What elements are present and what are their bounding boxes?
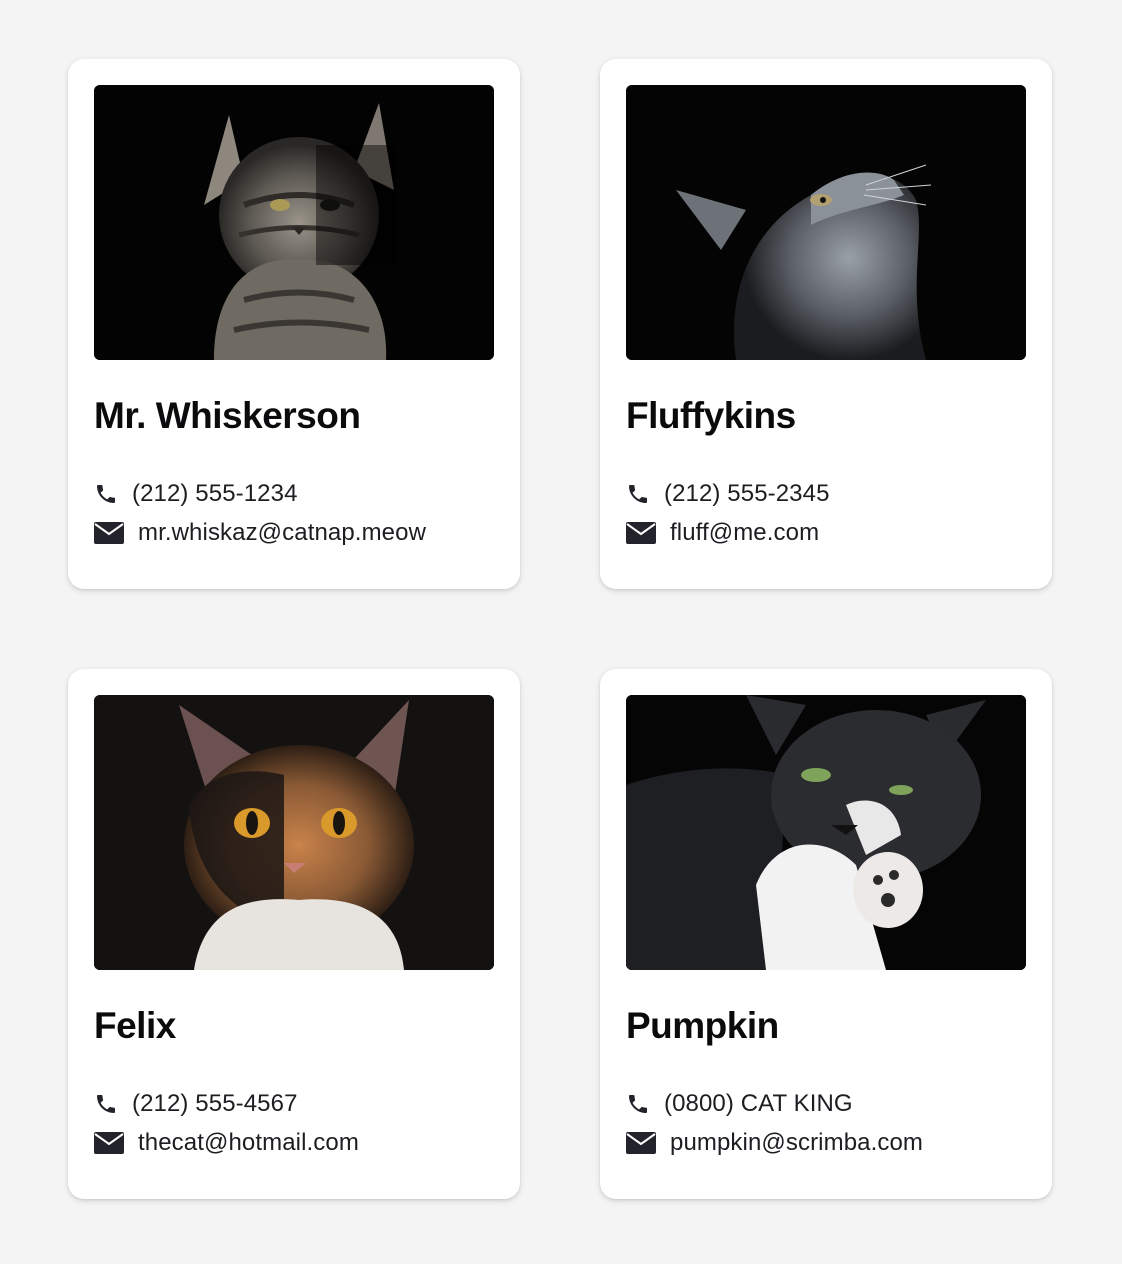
contact-info: (212) 555-4567 thecat@hotmail.com <box>94 1084 494 1162</box>
phone-icon <box>626 1091 664 1117</box>
cat-photo <box>94 695 494 970</box>
envelope-icon <box>626 1130 670 1156</box>
grey-fluffy-cat-image <box>626 85 1026 360</box>
phone-number[interactable]: (212) 555-2345 <box>664 480 830 508</box>
contact-card: Pumpkin (0800) CAT KING pumpkin@scrimba.… <box>600 669 1052 1199</box>
phone-icon <box>94 481 132 507</box>
envelope-icon <box>94 520 138 546</box>
cat-photo <box>626 85 1026 360</box>
tuxedo-cat-image <box>626 695 1026 970</box>
phone-icon <box>94 1091 132 1117</box>
contact-card: Fluffykins (212) 555-2345 fluff@me.com <box>600 59 1052 589</box>
cat-photo <box>94 85 494 360</box>
contact-name: Felix <box>94 1005 176 1046</box>
contact-card: Felix (212) 555-4567 thecat@hotmail.com <box>68 669 520 1199</box>
phone-row: (212) 555-2345 <box>626 474 1026 513</box>
phone-row: (212) 555-4567 <box>94 1084 494 1123</box>
phone-number[interactable]: (0800) CAT KING <box>664 1090 853 1118</box>
email-address[interactable]: mr.whiskaz@catnap.meow <box>138 519 426 547</box>
phone-number[interactable]: (212) 555-4567 <box>132 1090 298 1118</box>
email-row: mr.whiskaz@catnap.meow <box>94 513 494 552</box>
contact-info: (212) 555-2345 fluff@me.com <box>626 474 1026 552</box>
contact-info: (212) 555-1234 mr.whiskaz@catnap.meow <box>94 474 494 552</box>
email-row: pumpkin@scrimba.com <box>626 1123 1026 1162</box>
email-address[interactable]: thecat@hotmail.com <box>138 1129 359 1157</box>
envelope-icon <box>94 1130 138 1156</box>
contact-info: (0800) CAT KING pumpkin@scrimba.com <box>626 1084 1026 1162</box>
calico-cat-image <box>94 695 494 970</box>
phone-row: (0800) CAT KING <box>626 1084 1026 1123</box>
contact-name: Pumpkin <box>626 1005 779 1046</box>
contacts-grid: Mr. Whiskerson (212) 555-1234 mr.whiskaz… <box>68 59 1052 1199</box>
email-address[interactable]: fluff@me.com <box>670 519 819 547</box>
envelope-icon <box>626 520 670 546</box>
email-row: fluff@me.com <box>626 513 1026 552</box>
contact-name: Fluffykins <box>626 395 796 436</box>
phone-row: (212) 555-1234 <box>94 474 494 513</box>
phone-icon <box>626 481 664 507</box>
contact-card: Mr. Whiskerson (212) 555-1234 mr.whiskaz… <box>68 59 520 589</box>
email-row: thecat@hotmail.com <box>94 1123 494 1162</box>
tabby-cat-image <box>94 85 494 360</box>
contact-name: Mr. Whiskerson <box>94 395 361 436</box>
cat-photo <box>626 695 1026 970</box>
phone-number[interactable]: (212) 555-1234 <box>132 480 298 508</box>
email-address[interactable]: pumpkin@scrimba.com <box>670 1129 923 1157</box>
